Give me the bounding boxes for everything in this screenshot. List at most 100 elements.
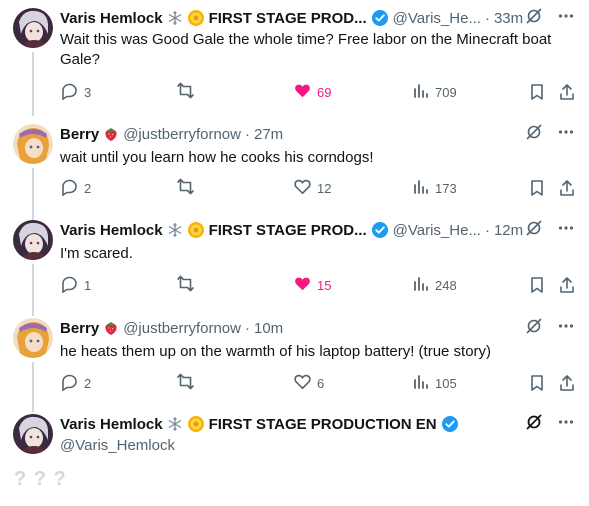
reply-composer[interactable]: Varis Hemlock FIRST STAGE PRODUCTION EN … — [0, 414, 589, 500]
timestamp[interactable]: 27m — [254, 126, 283, 143]
grok-icon[interactable] — [525, 123, 543, 145]
post-3[interactable]: Varis Hemlock FIRST STAGE PROD... @Varis… — [0, 219, 589, 316]
separator: · — [484, 221, 490, 239]
handle[interactable]: @justberryfornow — [123, 126, 241, 143]
heart-filled-icon — [293, 274, 312, 296]
bookmark-icon[interactable] — [528, 178, 546, 198]
reply-count: 2 — [84, 180, 92, 196]
repost-icon — [176, 274, 195, 296]
avatar-berry[interactable] — [13, 318, 53, 358]
repost-button[interactable] — [176, 275, 195, 295]
reply-button[interactable]: 3 — [60, 82, 91, 102]
composer-text[interactable]: ? ? ? — [14, 468, 67, 491]
views-icon — [411, 372, 430, 394]
more-options-icon[interactable] — [557, 317, 575, 339]
action-bar: 3 69 709 — [60, 82, 580, 102]
handle[interactable]: @justberryfornow — [123, 320, 241, 337]
timestamp[interactable]: 10m — [254, 320, 283, 337]
repost-button[interactable] — [176, 178, 195, 198]
display-name[interactable]: Varis Hemlock — [60, 222, 163, 239]
org-name[interactable]: FIRST STAGE PROD... — [209, 222, 367, 239]
post-text: Wait this was Good Gale the whole time? … — [60, 31, 552, 68]
reply-button[interactable]: 2 — [60, 178, 91, 198]
like-button[interactable]: 69 — [293, 82, 331, 102]
view-count: 105 — [435, 375, 457, 391]
views-button[interactable]: 105 — [411, 373, 457, 393]
timestamp[interactable]: 33m — [494, 10, 523, 27]
display-name[interactable]: Varis Hemlock — [60, 416, 163, 433]
separator: · — [484, 9, 490, 27]
more-options-icon[interactable] — [557, 7, 575, 29]
grok-icon[interactable] — [525, 413, 543, 435]
separator: · — [244, 319, 250, 337]
bookmark-icon[interactable] — [528, 82, 546, 102]
avatar-varis[interactable] — [13, 414, 53, 454]
share-icon[interactable] — [558, 275, 576, 295]
like-button[interactable]: 6 — [293, 373, 324, 393]
avatar-varis[interactable] — [13, 220, 53, 260]
thread-line — [32, 362, 34, 412]
verified-badge-icon — [441, 415, 459, 433]
view-count: 173 — [435, 180, 457, 196]
display-name[interactable]: Berry — [60, 126, 99, 143]
verified-badge-icon — [371, 9, 389, 27]
like-count: 15 — [317, 277, 332, 293]
more-options-icon[interactable] — [557, 413, 575, 435]
reply-icon — [60, 81, 79, 103]
org-name[interactable]: FIRST STAGE PROD... — [209, 10, 367, 27]
display-name[interactable]: Berry — [60, 320, 99, 337]
share-icon[interactable] — [558, 373, 576, 393]
post-2[interactable]: Berry @justberryfornow · 27m wait until … — [0, 123, 589, 220]
heart-outline-icon — [293, 372, 312, 394]
handle[interactable]: @Varis_He... — [393, 10, 481, 27]
thread-line — [32, 52, 34, 116]
repost-button[interactable] — [176, 373, 195, 393]
share-icon[interactable] — [558, 178, 576, 198]
repost-icon — [176, 81, 195, 103]
share-icon[interactable] — [558, 82, 576, 102]
post-1[interactable]: Varis Hemlock FIRST STAGE PROD... @Varis… — [0, 7, 589, 116]
repost-icon — [176, 177, 195, 199]
like-button[interactable]: 12 — [293, 178, 331, 198]
more-options-icon[interactable] — [557, 123, 575, 145]
grok-icon[interactable] — [525, 317, 543, 339]
post-text: I'm scared. — [60, 245, 133, 262]
display-name[interactable]: Varis Hemlock — [60, 10, 163, 27]
post-text: he heats them up on the warmth of his la… — [60, 343, 492, 360]
views-button[interactable]: 248 — [411, 275, 457, 295]
snowflake-icon — [167, 222, 183, 238]
reply-button[interactable]: 1 — [60, 275, 91, 295]
avatar-berry[interactable] — [13, 124, 53, 164]
bookmark-icon[interactable] — [528, 373, 546, 393]
reply-count: 3 — [84, 84, 92, 100]
org-name[interactable]: FIRST STAGE PRODUCTION EN — [209, 416, 437, 433]
like-button[interactable]: 15 — [293, 275, 331, 295]
views-icon — [411, 177, 430, 199]
handle[interactable]: @Varis_He... — [393, 222, 481, 239]
like-count: 12 — [317, 180, 332, 196]
grok-icon[interactable] — [525, 219, 543, 241]
views-button[interactable]: 709 — [411, 82, 457, 102]
gold-coin-icon — [187, 9, 205, 27]
thread-line — [32, 168, 34, 220]
timestamp[interactable]: 12m — [494, 222, 523, 239]
avatar-varis[interactable] — [13, 8, 53, 48]
post-4[interactable]: Berry @justberryfornow · 10m he heats th… — [0, 317, 589, 412]
gold-coin-icon — [187, 221, 205, 239]
heart-filled-icon — [293, 81, 312, 103]
heart-outline-icon — [293, 177, 312, 199]
views-button[interactable]: 173 — [411, 178, 457, 198]
view-count: 709 — [435, 84, 457, 100]
strawberry-icon — [103, 320, 119, 336]
repost-button[interactable] — [176, 82, 195, 102]
more-options-icon[interactable] — [557, 219, 575, 241]
handle[interactable]: @Varis_Hemlock — [60, 436, 175, 456]
separator: · — [244, 125, 250, 143]
grok-icon[interactable] — [525, 7, 543, 29]
reply-icon — [60, 372, 79, 394]
reply-button[interactable]: 2 — [60, 373, 91, 393]
bookmark-icon[interactable] — [528, 275, 546, 295]
action-bar: 2 12 173 — [60, 178, 580, 198]
action-bar: 1 15 248 — [60, 275, 580, 295]
reply-count: 2 — [84, 375, 92, 391]
